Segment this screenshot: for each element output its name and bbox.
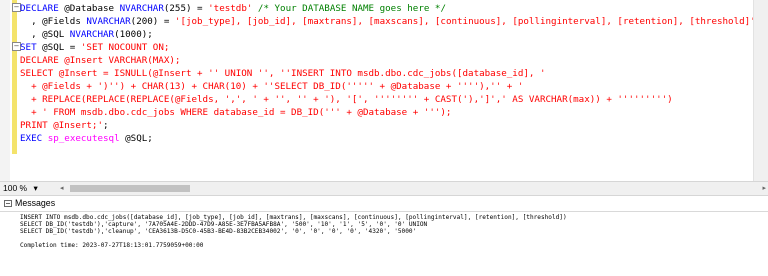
code-line[interactable]: SELECT @Insert = ISNULL(@Insert + '' UNI… bbox=[20, 67, 545, 80]
code-token: 'testdb' bbox=[208, 3, 253, 14]
code-token: , @SQL bbox=[20, 29, 70, 40]
messages-pane: INSERT INTO msdb.dbo.cdc_jobs([database_… bbox=[0, 212, 768, 276]
chevron-down-icon: ▾ bbox=[33, 183, 38, 193]
editor-gutter bbox=[0, 0, 10, 181]
code-token: SET bbox=[20, 42, 37, 53]
code-line[interactable]: PRINT @Insert;'; bbox=[20, 119, 109, 132]
code-token: '[job_type], [job_id], [maxtrans], [maxs… bbox=[174, 16, 756, 27]
query-editor[interactable]: − − DECLARE @Database NVARCHAR(255) = 't… bbox=[0, 0, 768, 181]
message-line: INSERT INTO msdb.dbo.cdc_jobs([database_… bbox=[20, 214, 567, 221]
horizontal-scroll-thumb[interactable] bbox=[70, 185, 190, 192]
code-token: + ' FROM msdb.dbo.cdc_jobs WHERE databas… bbox=[20, 107, 452, 118]
code-token: NVARCHAR bbox=[69, 29, 115, 40]
change-tracking-bar bbox=[12, 0, 17, 154]
code-token: ; bbox=[102, 120, 109, 131]
code-token: NVARCHAR bbox=[119, 3, 164, 14]
code-token: (255) = bbox=[163, 3, 209, 14]
code-token: NVARCHAR bbox=[86, 16, 131, 27]
code-token: @SQL; bbox=[119, 133, 153, 144]
code-token: sp_executesql bbox=[47, 133, 120, 144]
code-token: (1000); bbox=[114, 29, 153, 40]
code-line[interactable]: , @SQL NVARCHAR(1000); bbox=[20, 28, 153, 41]
code-token: DECLARE bbox=[20, 3, 59, 14]
scroll-right-icon[interactable]: ▸ bbox=[762, 184, 766, 193]
code-line[interactable]: SET @SQL = 'SET NOCOUNT ON; bbox=[20, 41, 169, 54]
tab-messages-label: Messages bbox=[15, 198, 56, 208]
code-token: PRINT @Insert;' bbox=[20, 120, 103, 131]
messages-icon bbox=[4, 199, 12, 207]
code-line[interactable]: + @Fields + ')'') + CHAR(13) + CHAR(10) … bbox=[20, 80, 523, 93]
code-token: 'SET NOCOUNT ON; bbox=[80, 42, 170, 53]
tab-messages[interactable]: Messages bbox=[2, 196, 59, 210]
zoom-dropdown[interactable]: 100 % ▾ bbox=[3, 183, 38, 194]
code-token: @Database bbox=[58, 3, 120, 14]
code-token: DECLARE @Insert VARCHAR(MAX); bbox=[20, 55, 181, 66]
horizontal-scrollbar[interactable]: ◂ ▸ bbox=[60, 184, 766, 193]
code-token: (200) = bbox=[130, 16, 175, 27]
code-line[interactable]: , @Fields NVARCHAR(200) = '[job_type], [… bbox=[20, 15, 756, 28]
code-token: + REPLACE(REPLACE(REPLACE(@Fields, ',', … bbox=[20, 94, 673, 105]
code-line[interactable]: + REPLACE(REPLACE(REPLACE(@Fields, ',', … bbox=[20, 93, 673, 106]
code-token: + @Fields + ')'') + CHAR(13) + CHAR(10) … bbox=[20, 81, 524, 92]
completion-time: Completion time: 2023-07-27T18:13:01.775… bbox=[20, 242, 204, 249]
results-tab-bar: Messages bbox=[0, 196, 768, 212]
code-token: @SQL = bbox=[36, 42, 81, 53]
message-line: SELECT DB_ID('testdb'),'capture', '7A705… bbox=[20, 221, 428, 228]
vertical-scrollbar[interactable] bbox=[753, 0, 768, 181]
code-line[interactable]: DECLARE @Insert VARCHAR(MAX); bbox=[20, 54, 180, 67]
code-line[interactable]: EXEC sp_executesql @SQL; bbox=[20, 132, 153, 145]
code-token: SELECT @Insert = ISNULL(@Insert + '' UNI… bbox=[20, 68, 546, 79]
code-token: EXEC bbox=[20, 133, 43, 144]
editor-status-bar: 100 % ▾ ◂ ▸ bbox=[0, 181, 768, 196]
code-line[interactable]: DECLARE @Database NVARCHAR(255) = 'testd… bbox=[20, 2, 446, 15]
scroll-left-icon[interactable]: ◂ bbox=[60, 184, 64, 193]
zoom-level: 100 % bbox=[3, 183, 28, 193]
code-line[interactable]: + ' FROM msdb.dbo.cdc_jobs WHERE databas… bbox=[20, 106, 451, 119]
code-token: /* Your DATABASE NAME goes here */ bbox=[252, 3, 446, 14]
code-token: , @Fields bbox=[20, 16, 87, 27]
message-line: SELECT DB_ID('testdb'),'cleanup', 'CEA36… bbox=[20, 228, 417, 235]
